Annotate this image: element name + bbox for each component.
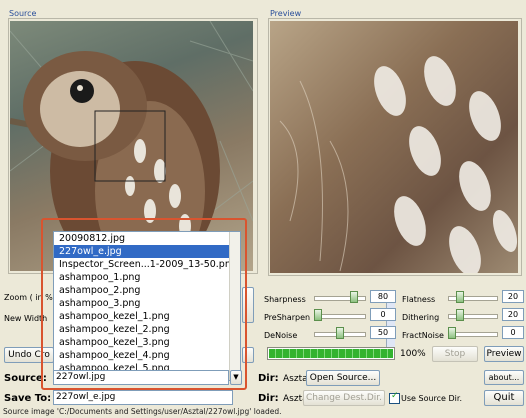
denoise-value: 50: [377, 328, 389, 337]
presharpen-label: PreSharpen: [264, 313, 311, 322]
denoise-label: DeNoise: [264, 331, 298, 340]
dithering-spinbox[interactable]: 20: [502, 308, 524, 321]
highlight-box: [41, 218, 247, 390]
about-button[interactable]: about...: [484, 370, 524, 385]
save-dir-label: Dir:: [258, 393, 279, 404]
flatness-label: Flatness: [402, 295, 436, 304]
change-dest-dir-button[interactable]: Change Dest.Dir.: [303, 390, 385, 406]
stop-button[interactable]: Stop: [432, 346, 478, 362]
denoise-slider[interactable]: [314, 326, 366, 340]
use-source-dir-label: Use Source Dir.: [401, 394, 462, 403]
denoise-spinbox[interactable]: 50: [370, 326, 396, 350]
open-source-button[interactable]: Open Source...: [306, 370, 380, 386]
presharpen-spinbox[interactable]: 0: [370, 308, 396, 332]
progress-bar: [267, 347, 395, 360]
fractnoise-spinbox[interactable]: 0: [502, 326, 524, 339]
save-to-label: Save To:: [4, 393, 52, 404]
use-source-dir-checkbox[interactable]: ✓: [389, 391, 400, 404]
status-text: Source image 'C:/Documents and Settings/…: [3, 407, 282, 416]
flatness-value: 20: [507, 292, 519, 301]
sharpness-spinbox[interactable]: 80: [370, 290, 396, 314]
sharpness-value: 80: [377, 292, 389, 301]
flatness-spinbox[interactable]: 20: [502, 290, 524, 303]
quit-button[interactable]: Quit: [484, 390, 524, 406]
progress-fill: [269, 349, 393, 358]
preview-button[interactable]: Preview: [484, 346, 524, 362]
source-dir-label: Dir:: [258, 373, 279, 384]
dithering-slider[interactable]: [448, 308, 498, 322]
preview-group-label: Preview: [270, 9, 302, 18]
checkmark-icon: ✓: [391, 391, 399, 401]
progress-percent: 100%: [400, 349, 426, 359]
presharpen-slider[interactable]: [314, 308, 366, 322]
fractnoise-label: FractNoise: [402, 331, 444, 340]
sharpness-label: Sharpness: [264, 295, 306, 304]
source-group-label: Source: [9, 9, 37, 18]
presharpen-value: 0: [380, 310, 386, 319]
sharpness-slider[interactable]: [314, 290, 366, 304]
flatness-slider[interactable]: [448, 290, 498, 304]
save-file-field[interactable]: 227owl_e.jpg: [53, 390, 233, 405]
preview-zoom-image: [279, 56, 518, 273]
fractnoise-value: 0: [510, 328, 516, 337]
dithering-value: 20: [507, 310, 519, 319]
dithering-label: Dithering: [402, 313, 440, 322]
preview-image: [270, 21, 518, 273]
fractnoise-slider[interactable]: [448, 326, 498, 340]
